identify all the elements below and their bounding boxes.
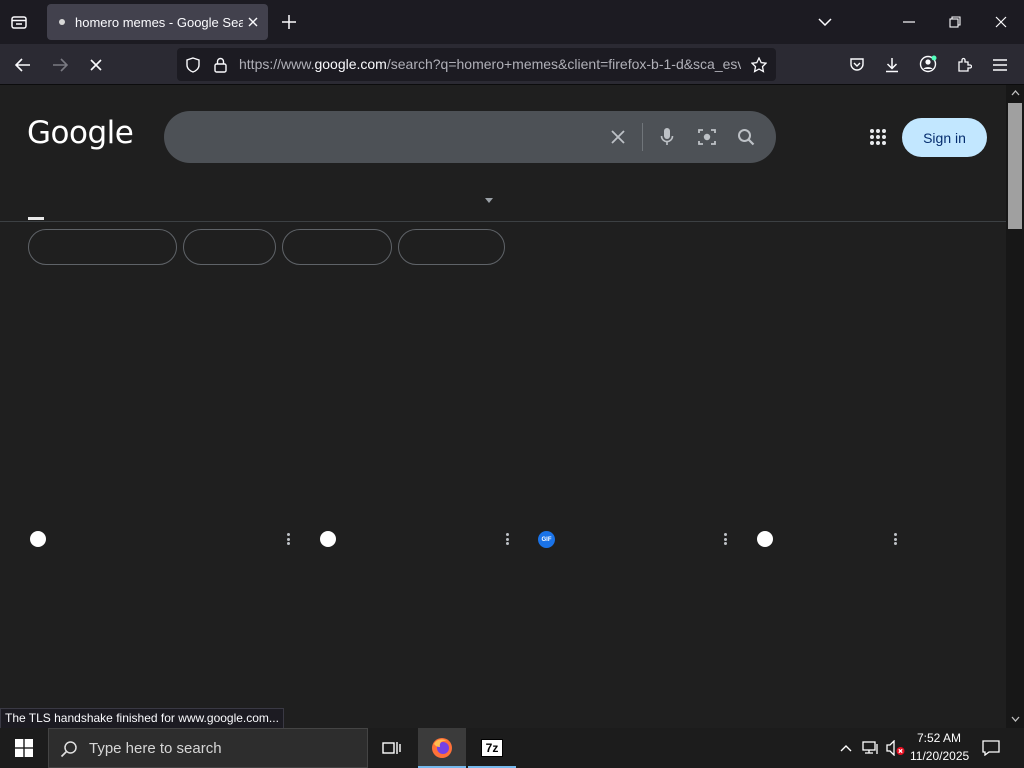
show-hidden-icons-chevron-up-icon[interactable]: [838, 740, 854, 756]
filter-chip-1[interactable]: [28, 229, 177, 265]
tab-close-icon[interactable]: [243, 12, 263, 32]
account-icon[interactable]: [917, 53, 939, 75]
taskbar-search-box[interactable]: Type here to search: [48, 728, 368, 768]
scroll-up-icon[interactable]: [1010, 89, 1020, 97]
url-path: /search?q=homero+memes&client=firefox-b-…: [386, 56, 741, 72]
forward-icon[interactable]: [49, 54, 71, 76]
url-domain: google.com: [314, 56, 387, 72]
url-text[interactable]: https://www.google.com/search?q=homero+m…: [239, 56, 741, 72]
result-source-icon[interactable]: [757, 531, 773, 547]
navigation-toolbar: https://www.google.com/search?q=homero+m…: [0, 44, 1024, 85]
tracking-protection-shield-icon[interactable]: [183, 55, 203, 75]
filter-chip-2[interactable]: [183, 229, 276, 265]
network-icon[interactable]: [861, 739, 881, 757]
downloads-icon[interactable]: [881, 54, 903, 76]
lock-icon[interactable]: [210, 55, 230, 75]
bookmark-star-icon[interactable]: [749, 55, 769, 75]
more-options-icon[interactable]: [893, 531, 897, 547]
pocket-icon[interactable]: [846, 54, 868, 76]
clock-time[interactable]: 7:52 AM: [917, 731, 961, 745]
tab-overview-icon[interactable]: [8, 11, 30, 33]
minimize-icon[interactable]: [898, 12, 920, 32]
result-source-icon[interactable]: [320, 531, 336, 547]
list-all-tabs-icon[interactable]: [815, 12, 835, 32]
7zip-taskbar-button[interactable]: 7z: [468, 728, 516, 768]
dropdown-arrow-icon[interactable]: [483, 194, 495, 206]
firefox-icon: [432, 738, 452, 758]
tab-favicon-icon: [59, 19, 65, 25]
new-tab-icon[interactable]: [279, 12, 299, 32]
tab-bar: homero memes - Google Search: [0, 0, 1024, 44]
taskbar-search-icon: [59, 739, 79, 759]
search-input[interactable]: [186, 125, 596, 149]
url-bar[interactable]: https://www.google.com/search?q=homero+m…: [177, 48, 776, 81]
stop-loading-icon[interactable]: [85, 54, 107, 76]
notifications-icon[interactable]: [980, 738, 1002, 758]
close-window-icon[interactable]: [990, 12, 1012, 32]
gif-source-icon[interactable]: GIF: [538, 531, 555, 548]
clock-date[interactable]: 11/20/2025: [910, 749, 969, 763]
taskbar-search-placeholder: Type here to search: [89, 740, 222, 757]
tab-title: homero memes - Google Search: [75, 14, 243, 30]
active-tab-indicator: [28, 217, 44, 220]
filter-chip-3[interactable]: [282, 229, 392, 265]
result-source-icon[interactable]: [30, 531, 46, 547]
tab-active[interactable]: homero memes - Google Search: [47, 4, 268, 40]
search-box[interactable]: [164, 111, 776, 163]
image-search-icon[interactable]: [695, 125, 719, 149]
clear-search-icon[interactable]: [606, 125, 630, 149]
header-divider: [0, 221, 1006, 222]
more-options-icon[interactable]: [723, 531, 727, 547]
volume-muted-icon[interactable]: [885, 739, 907, 757]
more-options-icon[interactable]: [505, 531, 509, 547]
url-prefix: https://www.: [239, 56, 315, 72]
task-view-icon[interactable]: [368, 728, 416, 768]
scroll-thumb[interactable]: [1008, 103, 1022, 229]
voice-search-icon[interactable]: [655, 125, 679, 149]
windows-start-icon[interactable]: [0, 728, 48, 768]
back-icon[interactable]: [12, 54, 34, 76]
7zip-icon: 7z: [481, 739, 503, 757]
search-divider: [642, 123, 643, 151]
more-options-icon[interactable]: [286, 531, 290, 547]
search-icon[interactable]: [734, 125, 758, 149]
filter-chip-4[interactable]: [398, 229, 505, 265]
windows-taskbar: Type here to search 7z: [0, 728, 1024, 768]
restore-icon[interactable]: [944, 12, 966, 32]
scroll-down-icon[interactable]: [1010, 715, 1020, 723]
web-page: Google Sign in GIF: [0, 85, 1006, 728]
sign-in-button[interactable]: Sign in: [902, 118, 987, 157]
firefox-taskbar-button[interactable]: [418, 728, 466, 768]
app-menu-icon[interactable]: [989, 54, 1011, 76]
google-logo[interactable]: Google: [27, 115, 134, 151]
status-panel: The TLS handshake finished for www.googl…: [0, 708, 284, 729]
google-apps-icon[interactable]: [866, 125, 890, 149]
extensions-icon[interactable]: [953, 54, 975, 76]
